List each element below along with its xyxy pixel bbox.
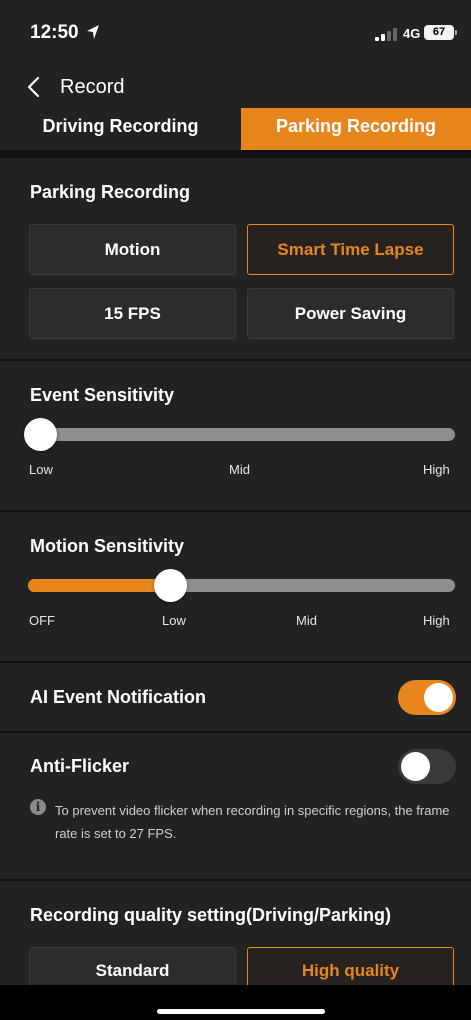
mode-smart-time-lapse-button[interactable]: Smart Time Lapse [247,224,454,275]
motion-sensitivity-section: Motion Sensitivity OFF Low Mid High [0,512,471,661]
event-tick-mid: Mid [229,462,250,477]
status-bar: 12:50 4G 67 [0,0,471,64]
page-title: Record [60,75,125,98]
chevron-left-icon[interactable] [26,76,40,98]
recording-quality-section: Recording quality setting(Driving/Parkin… [0,881,471,991]
motion-sensitivity-title: Motion Sensitivity [30,536,185,556]
anti-flicker-toggle[interactable] [398,749,456,784]
status-time: 12:50 [30,22,79,43]
anti-flicker-section: Anti-Flicker i To prevent video flicker … [0,733,471,879]
motion-tick-mid: Mid [296,613,317,628]
ai-event-notification-row: AI Event Notification [0,663,471,731]
event-sensitivity-slider[interactable] [30,428,455,441]
ai-event-notification-label: AI Event Notification [30,687,207,707]
mode-power-saving-button[interactable]: Power Saving [247,288,454,339]
parking-recording-title: Parking Recording [30,182,191,202]
event-sensitivity-section: Event Sensitivity Low Mid High [0,361,471,510]
back-button[interactable]: Record [26,74,146,100]
home-indicator[interactable] [157,1009,325,1014]
motion-tick-low: Low [162,613,186,628]
toggle-knob [401,752,430,781]
event-tick-high: High [423,462,450,477]
anti-flicker-info-text: To prevent video flicker when recording … [55,803,450,841]
parking-recording-section: Parking Recording Motion Smart Time Laps… [0,158,471,359]
motion-tick-off: OFF [29,613,55,628]
signal-bars-icon [375,28,397,41]
motion-sensitivity-slider[interactable] [28,579,455,592]
mode-15fps-button[interactable]: 15 FPS [29,288,236,339]
battery-indicator: 67 [424,25,454,40]
toggle-knob [424,683,453,712]
tab-divider [0,150,471,158]
nav-bar: Record [0,64,471,108]
motion-sensitivity-thumb[interactable] [154,569,188,602]
recording-quality-title: Recording quality setting(Driving/Parkin… [30,905,392,925]
anti-flicker-label: Anti-Flicker [30,756,130,776]
tab-parking-recording[interactable]: Parking Recording [241,108,471,150]
motion-tick-high: High [423,613,450,628]
tab-driving-recording[interactable]: Driving Recording [0,108,241,150]
location-arrow-icon [87,25,99,39]
event-sensitivity-title: Event Sensitivity [30,385,175,405]
mode-motion-button[interactable]: Motion [29,224,236,275]
event-tick-low: Low [29,462,53,477]
home-indicator-area [0,985,471,1020]
info-icon: i [30,799,46,815]
event-sensitivity-thumb[interactable] [24,418,57,451]
battery-cap [455,30,457,35]
motion-sensitivity-fill [28,579,171,592]
ai-event-notification-toggle[interactable] [398,680,456,715]
network-type: 4G [403,26,421,41]
recording-tabs: Driving Recording Parking Recording [0,108,471,150]
